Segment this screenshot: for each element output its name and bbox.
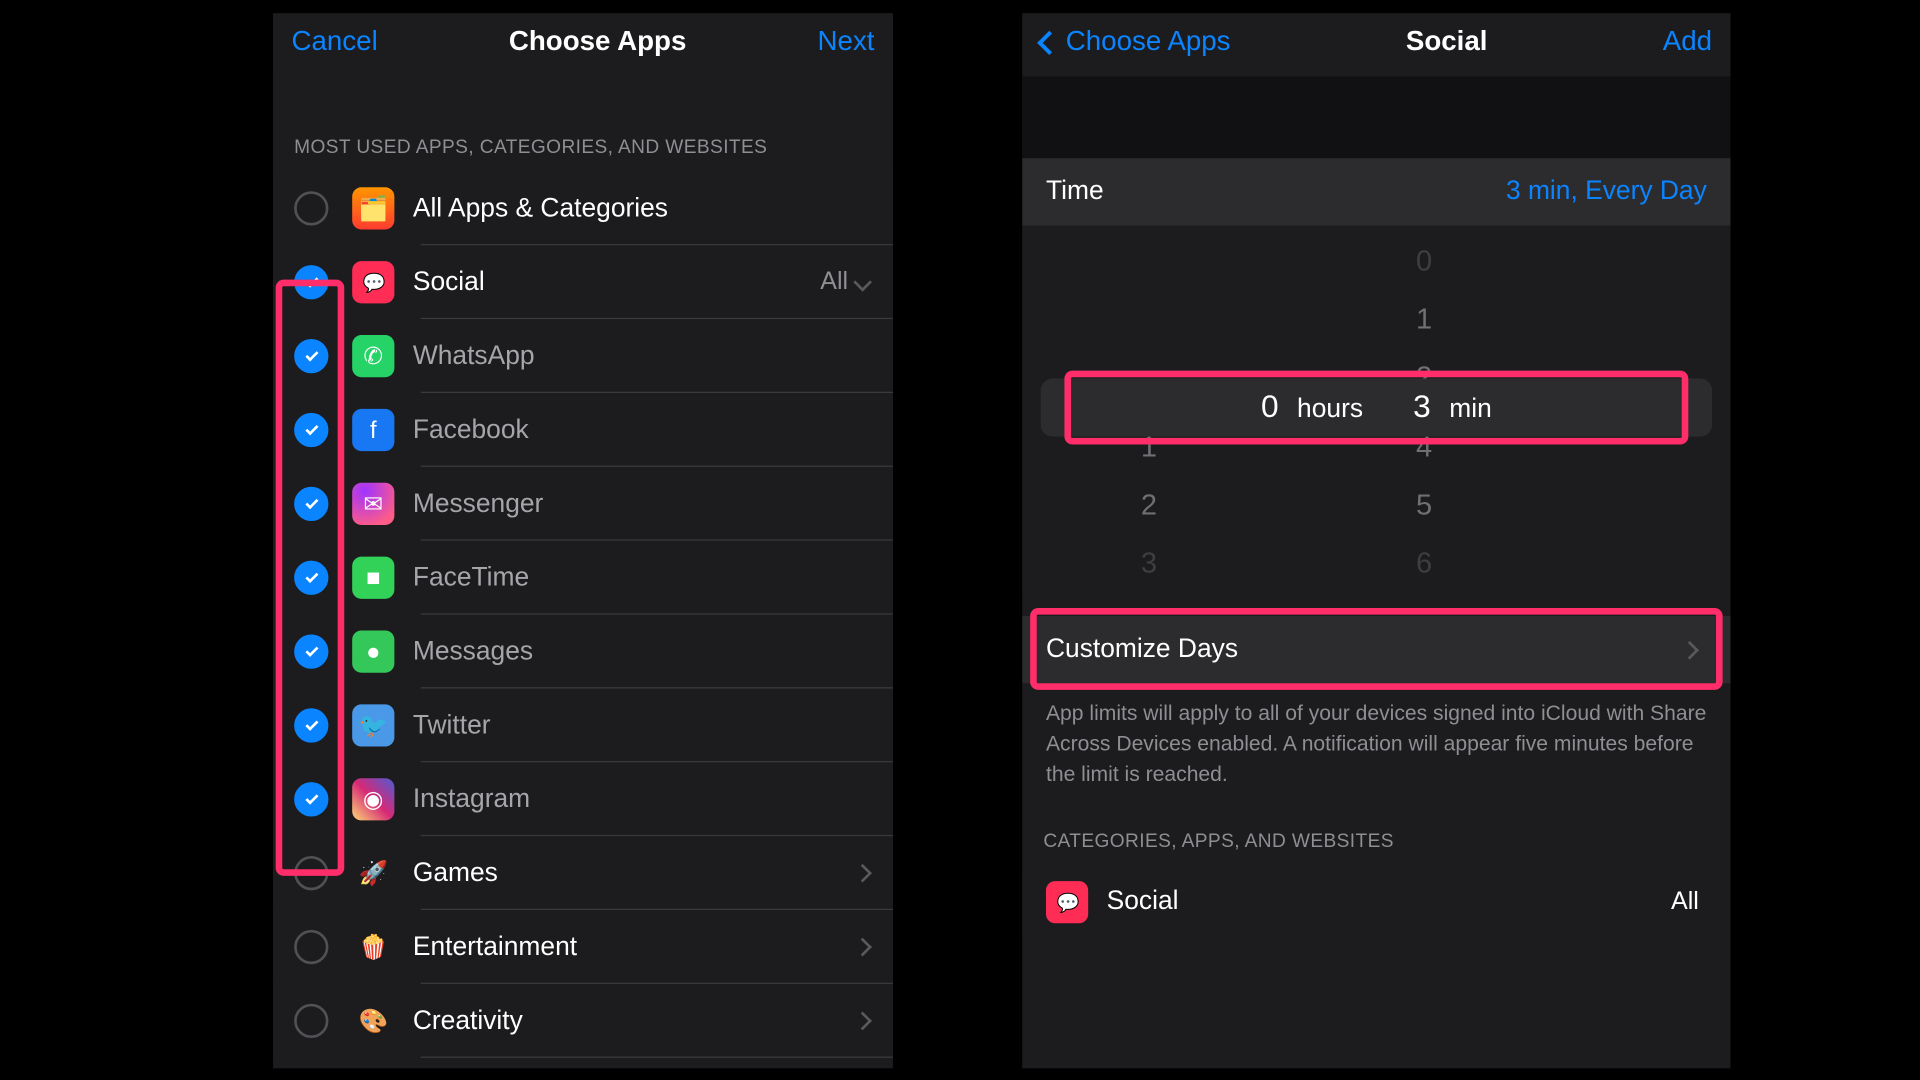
picker-item: 2 xyxy=(1141,476,1157,534)
social-icon xyxy=(1046,881,1088,923)
picker-item: 5 xyxy=(1416,476,1432,534)
chevron-right-icon xyxy=(853,864,872,883)
facebook-icon: f xyxy=(352,409,394,451)
social-limit-screen: Choose Apps Social Add Time 3 min, Every… xyxy=(1022,13,1730,1068)
next-button[interactable]: Next xyxy=(818,26,875,58)
chevron-right-icon xyxy=(1680,640,1699,659)
back-button[interactable]: Choose Apps xyxy=(1041,26,1231,58)
section-header: CATEGORIES, APPS, AND WEBSITES xyxy=(1022,801,1730,864)
nav-title: Choose Apps xyxy=(509,26,686,58)
row-label: All Apps & Categories xyxy=(413,193,880,223)
app-row-facebook[interactable]: f Facebook xyxy=(273,393,893,467)
whatsapp-icon: ✆ xyxy=(352,335,394,377)
customize-days-row[interactable]: Customize Days xyxy=(1022,616,1730,683)
checkbox[interactable] xyxy=(294,487,328,521)
time-label: Time xyxy=(1046,177,1104,207)
messenger-icon: ✉ xyxy=(352,483,394,525)
cancel-button[interactable]: Cancel xyxy=(291,26,377,58)
creativity-icon: 🎨 xyxy=(352,1000,394,1042)
category-row-creativity[interactable]: 🎨 Creativity xyxy=(273,984,893,1058)
row-trail: All xyxy=(820,268,848,297)
app-row-twitter[interactable]: 🐦 Twitter xyxy=(273,689,893,763)
app-row-whatsapp[interactable]: ✆ WhatsApp xyxy=(273,319,893,393)
customize-days-label: Customize Days xyxy=(1046,634,1238,664)
row-label: Entertainment xyxy=(413,932,856,962)
section-header: MOST USED APPS, CATEGORIES, AND WEBSITES xyxy=(273,77,893,172)
stack-icon: 🗂️ xyxy=(352,187,394,229)
category-row-social[interactable]: SocialAll xyxy=(273,245,893,319)
minutes-unit: min xyxy=(1449,394,1492,424)
back-label: Choose Apps xyxy=(1066,26,1231,58)
picker-selection: 0 hours 3 min xyxy=(1041,379,1712,437)
chevron-right-icon xyxy=(853,938,872,957)
facetime-icon: ■ xyxy=(352,557,394,599)
checkbox[interactable] xyxy=(294,708,328,742)
checkbox[interactable] xyxy=(294,265,328,299)
hours-unit: hours xyxy=(1297,394,1363,424)
checkbox[interactable] xyxy=(294,413,328,447)
row-label: Games xyxy=(413,858,856,888)
row-label: Messenger xyxy=(413,489,880,519)
app-row-facetime[interactable]: ■ FaceTime xyxy=(273,541,893,615)
checkbox[interactable] xyxy=(294,1004,328,1038)
row-label: WhatsApp xyxy=(413,341,880,371)
minutes-selected: 3 xyxy=(1413,389,1431,426)
row-label: Messages xyxy=(413,636,880,666)
picker-item: 0 xyxy=(1416,233,1432,291)
checkbox[interactable] xyxy=(294,191,328,225)
chevron-down-icon xyxy=(853,273,872,292)
checkbox[interactable] xyxy=(294,782,328,816)
category-row-entertainment[interactable]: 🍿 Entertainment xyxy=(273,910,893,984)
picker-item: 6 xyxy=(1416,534,1432,592)
checkbox[interactable] xyxy=(294,634,328,668)
picker-item: 1 xyxy=(1416,291,1432,349)
row-label: Social xyxy=(1107,886,1671,916)
time-value: 3 min, Every Day xyxy=(1506,177,1707,207)
add-button[interactable]: Add xyxy=(1663,26,1712,58)
choose-apps-screen: Cancel Choose Apps Next MOST USED APPS, … xyxy=(273,13,893,1068)
chevron-left-icon xyxy=(1037,30,1061,54)
row-label: FaceTime xyxy=(413,563,880,593)
checkbox[interactable] xyxy=(294,561,328,595)
row-label: Social xyxy=(413,267,820,297)
category-row-games[interactable]: 🚀 Games xyxy=(273,836,893,910)
navbar: Choose Apps Social Add xyxy=(1022,13,1730,76)
chevron-right-icon xyxy=(853,1012,872,1031)
twitter-icon: 🐦 xyxy=(352,704,394,746)
checkbox[interactable] xyxy=(294,930,328,964)
instagram-icon: ◉ xyxy=(352,778,394,820)
time-row[interactable]: Time 3 min, Every Day xyxy=(1022,158,1730,225)
entertainment-icon: 🍿 xyxy=(352,926,394,968)
messages-icon: ● xyxy=(352,630,394,672)
category-row-all-apps-categories[interactable]: 🗂️ All Apps & Categories xyxy=(273,171,893,245)
checkbox[interactable] xyxy=(294,339,328,373)
games-icon: 🚀 xyxy=(352,852,394,894)
time-picker[interactable]: 123 012456 0 hours 3 min xyxy=(1022,226,1730,593)
social-icon xyxy=(352,261,394,303)
picker-item: 3 xyxy=(1141,534,1157,592)
row-trail: All xyxy=(1671,887,1699,916)
app-row-instagram[interactable]: ◉ Instagram xyxy=(273,762,893,836)
row-label: Facebook xyxy=(413,415,880,445)
category-row-social[interactable]: Social All xyxy=(1022,865,1730,939)
footer-note: App limits will apply to all of your dev… xyxy=(1022,683,1730,801)
nav-title: Social xyxy=(1406,26,1488,58)
row-label: Instagram xyxy=(413,784,880,814)
hours-selected: 0 xyxy=(1261,389,1279,426)
checkbox[interactable] xyxy=(294,856,328,890)
app-row-messenger[interactable]: ✉ Messenger xyxy=(273,467,893,541)
row-label: Creativity xyxy=(413,1006,856,1036)
navbar: Cancel Choose Apps Next xyxy=(273,13,893,76)
spacer xyxy=(1022,77,1730,159)
app-row-messages[interactable]: ● Messages xyxy=(273,615,893,689)
row-label: Twitter xyxy=(413,710,880,740)
